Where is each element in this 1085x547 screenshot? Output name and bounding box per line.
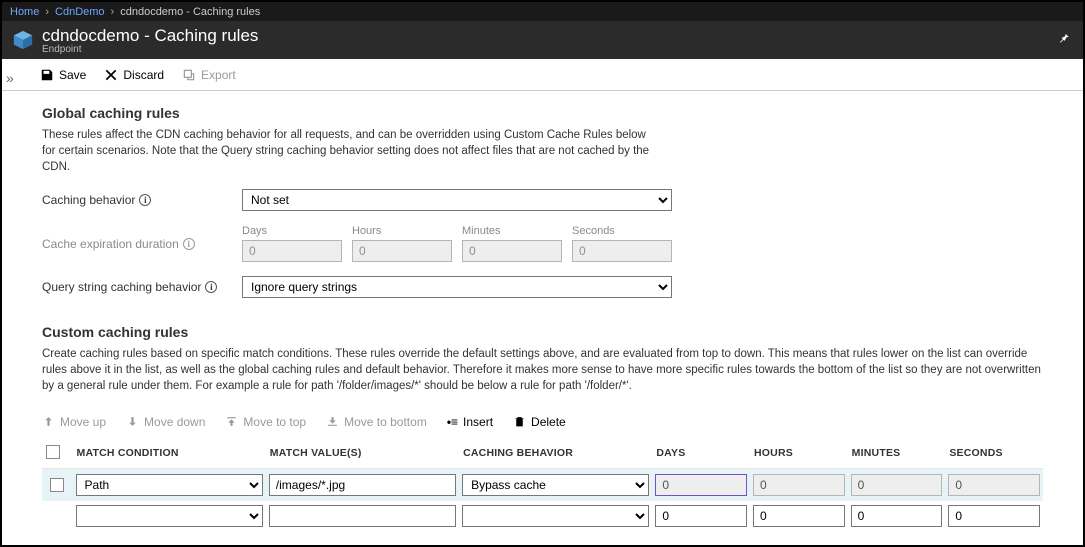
arrow-top-icon [225,415,238,428]
global-heading: Global caching rules [42,105,1043,121]
arrow-bottom-icon [326,415,339,428]
breadcrumb-current: cdndocdemo - Caching rules [120,6,260,18]
minutes-input [462,240,562,262]
rules-toolbar: Move up Move down Move to top Move to bo… [42,415,1043,429]
insert-label: Insert [463,415,493,429]
minutes-label: Minutes [462,225,562,237]
global-description: These rules affect the CDN caching behav… [42,127,662,175]
breadcrumb: Home › CdnDemo › cdndocdemo - Caching ru… [2,2,1083,21]
info-icon[interactable]: i [183,238,195,250]
rules-table: MATCH CONDITION MATCH VALUE(S) CACHING B… [42,439,1043,531]
row-hours-input[interactable] [753,505,845,527]
query-string-label: Query string caching behavior i [42,280,242,294]
custom-description: Create caching rules based on specific m… [42,346,1042,394]
info-icon[interactable]: i [205,281,217,293]
duration-group: Days Hours Minutes Seconds [242,225,672,262]
col-seconds: SECONDS [945,439,1043,469]
caching-behavior-row-select[interactable] [462,505,649,527]
info-icon[interactable]: i [139,194,151,206]
row-seconds-input [948,474,1040,496]
insert-icon: •≡ [447,415,458,429]
seconds-label: Seconds [572,225,672,237]
move-down-label: Move down [144,415,205,429]
col-minutes: MINUTES [848,439,946,469]
col-caching-behavior: CACHING BEHAVIOR [459,439,652,469]
delete-label: Delete [531,415,566,429]
cache-expiration-label: Cache expiration duration i [42,237,242,251]
row-hours-input [753,474,845,496]
move-bottom-button[interactable]: Move to bottom [326,415,427,429]
caching-behavior-row-select[interactable]: Bypass cache [462,474,649,496]
cache-expiration-label-text: Cache expiration duration [42,237,179,251]
row-seconds-input[interactable] [948,505,1040,527]
discard-button[interactable]: Discard [104,68,164,82]
endpoint-cube-icon [12,29,34,51]
command-toolbar: Save Discard Export [2,59,1083,91]
table-row[interactable]: Path Bypass cache [42,468,1043,501]
delete-button[interactable]: Delete [513,415,566,429]
caching-behavior-select[interactable]: Not set [242,189,672,211]
col-hours: HOURS [750,439,848,469]
pin-icon[interactable] [1057,31,1071,48]
insert-button[interactable]: •≡ Insert [447,415,493,429]
move-top-button[interactable]: Move to top [225,415,306,429]
hours-label: Hours [352,225,452,237]
page-title: cdndocdemo - Caching rules [42,26,258,46]
row-checkbox[interactable] [50,478,64,492]
save-icon [40,68,54,82]
row-minutes-input[interactable] [851,505,943,527]
seconds-input [572,240,672,262]
match-condition-select[interactable]: Path [76,474,263,496]
select-all-checkbox[interactable] [46,445,60,459]
breadcrumb-home[interactable]: Home [10,6,39,18]
close-icon [104,68,118,82]
move-up-button[interactable]: Move up [42,415,106,429]
title-bar: cdndocdemo - Caching rules Endpoint [2,21,1083,59]
table-row[interactable] [42,501,1043,531]
custom-heading: Custom caching rules [42,324,1043,340]
match-value-input[interactable] [269,474,456,496]
breadcrumb-sep-icon: › [111,6,115,18]
col-match-condition: MATCH CONDITION [73,439,266,469]
caching-behavior-label-text: Caching behavior [42,193,135,207]
row-days-input [655,474,747,496]
hours-input [352,240,452,262]
save-button[interactable]: Save [40,68,86,82]
breadcrumb-sep-icon: › [45,6,49,18]
move-top-label: Move to top [243,415,306,429]
discard-label: Discard [123,68,164,82]
col-days: DAYS [652,439,750,469]
export-button[interactable]: Export [182,68,236,82]
move-up-label: Move up [60,415,106,429]
row-days-input[interactable] [655,505,747,527]
row-minutes-input [851,474,943,496]
days-label: Days [242,225,342,237]
days-input [242,240,342,262]
move-down-button[interactable]: Move down [126,415,205,429]
content-panel: Global caching rules These rules affect … [2,91,1083,545]
caching-behavior-label: Caching behavior i [42,193,242,207]
save-label: Save [59,68,86,82]
query-string-label-text: Query string caching behavior [42,280,201,294]
arrow-up-icon [42,415,55,428]
expand-sidebar-icon[interactable]: » [6,70,14,86]
move-bottom-label: Move to bottom [344,415,427,429]
breadcrumb-cdndemo[interactable]: CdnDemo [55,6,105,18]
match-condition-select[interactable] [76,505,263,527]
query-string-select[interactable]: Ignore query strings [242,276,672,298]
export-icon [182,68,196,82]
col-match-values: MATCH VALUE(S) [266,439,459,469]
trash-icon [513,415,526,428]
export-label: Export [201,68,236,82]
match-value-input[interactable] [269,505,456,527]
arrow-down-icon [126,415,139,428]
